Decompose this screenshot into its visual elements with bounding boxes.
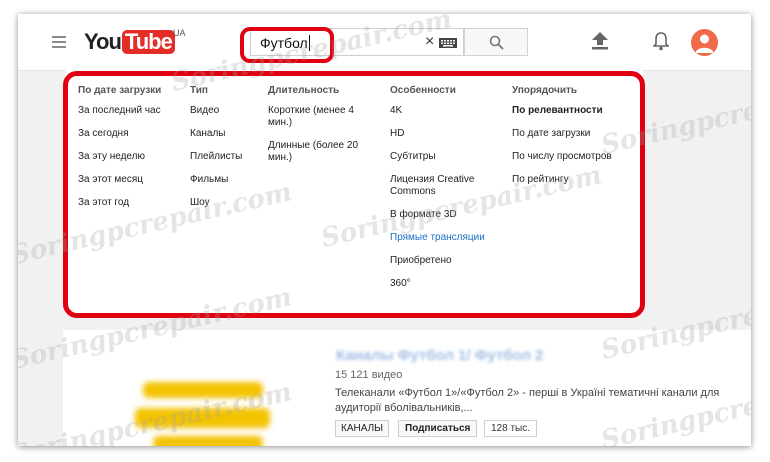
menu-icon[interactable] bbox=[52, 36, 66, 48]
result-meta: 15 121 видео bbox=[335, 369, 403, 381]
search-icon bbox=[489, 35, 504, 50]
youtube-logo[interactable]: You Tube UA bbox=[84, 28, 186, 54]
keyboard-icon[interactable] bbox=[439, 38, 457, 48]
bell-icon[interactable] bbox=[653, 32, 669, 51]
logo-tube: Tube bbox=[121, 30, 175, 54]
upload-icon[interactable] bbox=[592, 32, 608, 50]
logo-you: You bbox=[84, 29, 122, 54]
avatar-icon[interactable] bbox=[691, 29, 718, 56]
country-code: UA bbox=[173, 28, 186, 38]
search-result[interactable]: Каналы Футбол 1/ Футбол 2 15 121 видео Т… bbox=[63, 330, 751, 446]
clear-icon[interactable]: × bbox=[425, 33, 434, 51]
subscriber-count: 128 тыс. bbox=[484, 420, 538, 437]
top-bar: You Tube UA Футбол × bbox=[18, 14, 751, 71]
result-thumbnail[interactable] bbox=[103, 350, 303, 446]
browser-window: You Tube UA Футбол × Каналы Футбол 1/ Фу… bbox=[18, 14, 751, 446]
filters-highlight bbox=[63, 71, 645, 318]
channels-badge: КАНАЛЫ bbox=[335, 420, 390, 437]
subscribe-button[interactable]: Подписаться bbox=[398, 420, 478, 437]
search-button[interactable] bbox=[464, 28, 528, 56]
search-highlight bbox=[240, 27, 334, 63]
result-description: Телеканали «Футбол 1»/«Футбол 2» - перші… bbox=[335, 387, 720, 414]
result-title[interactable]: Каналы Футбол 1/ Футбол 2 bbox=[336, 347, 543, 364]
